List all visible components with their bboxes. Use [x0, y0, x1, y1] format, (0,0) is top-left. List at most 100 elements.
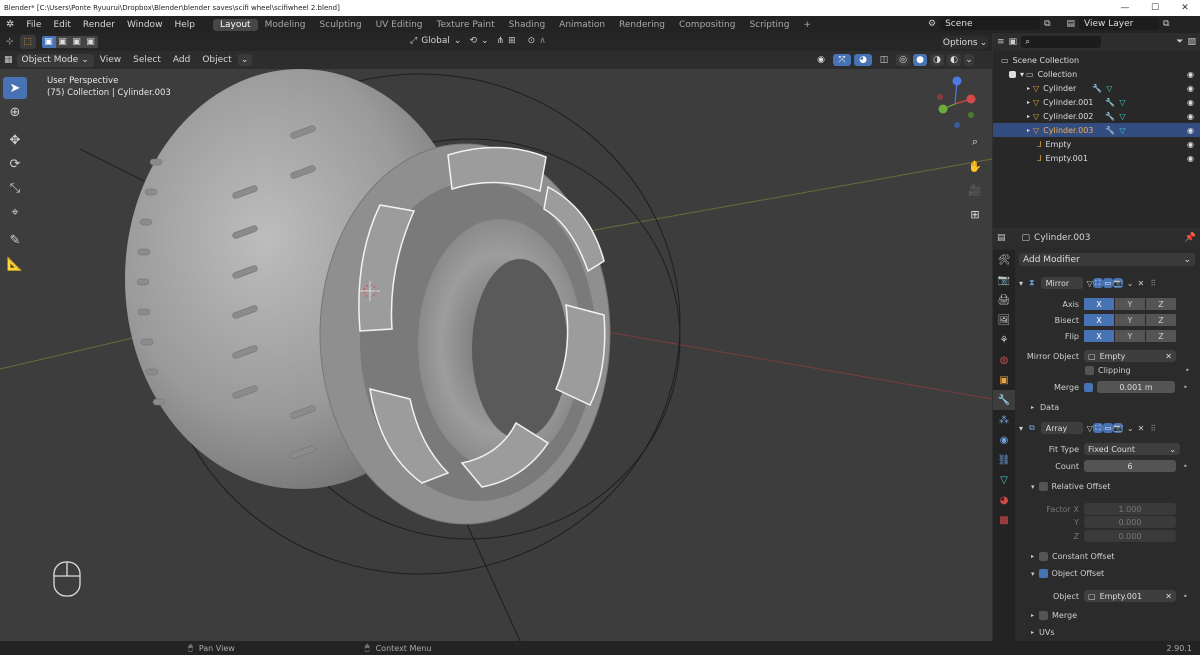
- collapse-icon[interactable]: ▾: [1019, 424, 1023, 433]
- display-mode-icon[interactable]: ▣: [1009, 37, 1018, 47]
- edit-mode-icon[interactable]: ▽: [1087, 424, 1093, 433]
- eye-icon[interactable]: ◉: [1187, 98, 1194, 107]
- proportional-edit-icon[interactable]: ⊙: [528, 36, 536, 46]
- move-tool-icon[interactable]: ✥: [3, 129, 27, 151]
- properties-editor-icon[interactable]: ▤: [997, 233, 1006, 243]
- viewport-display-icon[interactable]: ▭: [1102, 278, 1113, 288]
- shading-rendered-icon[interactable]: ◐: [947, 54, 961, 66]
- object-mode-dropdown[interactable]: Object Mode ⌄: [16, 53, 94, 67]
- viewport-editor-icon[interactable]: ▦: [0, 55, 17, 65]
- fit-type-dropdown[interactable]: Fixed Count ⌄: [1084, 443, 1180, 455]
- measure-tool-icon[interactable]: 📐: [3, 253, 27, 275]
- orientation-dropdown[interactable]: Global: [421, 36, 450, 46]
- mirror-bisect-x-toggle[interactable]: X: [1084, 314, 1114, 326]
- viewport-menu-view[interactable]: View: [94, 55, 127, 65]
- snap-icon[interactable]: ⋔: [497, 36, 505, 46]
- view-layer-icon[interactable]: ▤: [1067, 19, 1076, 29]
- expand-icon[interactable]: ▸: [1031, 404, 1034, 411]
- viewport-menu-object[interactable]: Object: [196, 55, 237, 65]
- scene-selector[interactable]: Scene: [940, 17, 1041, 30]
- editor-type-icon[interactable]: ⊹: [0, 37, 20, 47]
- menu-help[interactable]: Help: [168, 20, 201, 30]
- xray-toggle-icon[interactable]: ◫: [875, 54, 893, 66]
- object-tab-icon[interactable]: ▣: [993, 370, 1015, 390]
- select-mode-new-icon[interactable]: ▣: [41, 36, 56, 48]
- select-box-icon[interactable]: ⬚: [19, 35, 36, 49]
- menu-window[interactable]: Window: [121, 20, 169, 30]
- outliner-row-empty-001[interactable]: ⅃ Empty.001 ◉: [993, 151, 1200, 165]
- mirror-bisect-z-toggle[interactable]: Z: [1146, 314, 1176, 326]
- expand-icon[interactable]: ▸: [1031, 629, 1034, 636]
- scene-icon[interactable]: ⚙: [928, 19, 936, 29]
- snap-element-icon[interactable]: ⊞: [508, 36, 516, 46]
- eye-icon[interactable]: ◉: [1187, 112, 1194, 121]
- merge-distance-field[interactable]: 0.001 m: [1097, 381, 1175, 393]
- tab-compositing[interactable]: Compositing: [672, 19, 742, 31]
- add-workspace-icon[interactable]: +: [796, 19, 818, 31]
- tool-tab-icon[interactable]: 🛠: [993, 250, 1015, 270]
- keyframe-dot-icon[interactable]: •: [1183, 462, 1188, 471]
- constant-offset-checkbox[interactable]: [1039, 552, 1049, 561]
- world-tab-icon[interactable]: ◍: [993, 350, 1015, 370]
- mirror-name-field[interactable]: Mirror: [1040, 277, 1083, 289]
- pin-icon[interactable]: 📌: [1185, 233, 1196, 243]
- select-tool-icon[interactable]: ➤: [3, 77, 27, 99]
- chevron-down-icon[interactable]: ⌄: [1127, 279, 1134, 288]
- keyframe-dot-icon[interactable]: •: [1183, 592, 1188, 601]
- array-merge-subpanel[interactable]: ▸ Merge: [1031, 611, 1077, 620]
- falloff-icon[interactable]: ∧: [539, 36, 546, 46]
- mirror-flip-z-toggle[interactable]: Z: [1146, 330, 1176, 342]
- expand-icon[interactable]: ▸: [1027, 85, 1030, 92]
- mirror-flip-x-toggle[interactable]: X: [1084, 330, 1114, 342]
- mirror-bisect-y-toggle[interactable]: Y: [1115, 314, 1145, 326]
- outliner-row-empty[interactable]: ⅃ Empty ◉: [993, 137, 1200, 151]
- outliner-row-cylinder[interactable]: ▸ ▽ Cylinder 🔧 ▽ ◉: [993, 81, 1200, 95]
- new-view-layer-icon[interactable]: ⧉: [1163, 19, 1169, 29]
- mirror-axis-y-toggle[interactable]: Y: [1115, 298, 1145, 310]
- tab-scripting[interactable]: Scripting: [742, 19, 796, 31]
- data-tab-icon[interactable]: ▽: [993, 470, 1015, 490]
- uvs-subpanel[interactable]: ▸ UVs: [1031, 628, 1055, 637]
- collapse-icon[interactable]: ▾: [1019, 279, 1023, 288]
- collapse-icon[interactable]: ▾: [1031, 570, 1035, 578]
- shading-options-icon[interactable]: ⌄: [964, 54, 974, 66]
- expand-icon[interactable]: ▸: [1031, 612, 1034, 619]
- outliner-editor-icon[interactable]: ≡: [997, 37, 1005, 47]
- edit-mode-icon[interactable]: ▽: [1087, 279, 1093, 288]
- minimize-icon[interactable]: —: [1110, 0, 1140, 16]
- outliner-row-cylinder-001[interactable]: ▸ ▽ Cylinder.001 🔧 ▽ ◉: [993, 95, 1200, 109]
- expand-icon[interactable]: ▸: [1027, 127, 1030, 134]
- pivot-icon[interactable]: ⟲: [469, 36, 477, 46]
- grid-icon[interactable]: ⊞: [966, 205, 984, 223]
- clipping-checkbox[interactable]: [1085, 366, 1094, 375]
- 3d-viewport[interactable]: User Perspective (75) Collection | Cylin…: [0, 69, 992, 641]
- tab-uv-editing[interactable]: UV Editing: [369, 19, 430, 31]
- expand-icon[interactable]: ▾: [1020, 70, 1024, 79]
- menu-render[interactable]: Render: [77, 20, 121, 30]
- mirror-modifier-header[interactable]: ▾ ⧗ Mirror ▽ ⛶ ▭ 📷 ⌄ ✕ ⠿: [1019, 276, 1195, 290]
- modifier-tab-icon[interactable]: 🔧: [993, 390, 1015, 410]
- new-collection-icon[interactable]: ▨: [1187, 37, 1196, 47]
- particles-tab-icon[interactable]: ⁂: [993, 410, 1015, 430]
- drag-handle-icon[interactable]: ⠿: [1150, 424, 1156, 433]
- eye-icon[interactable]: ◉: [1187, 84, 1194, 93]
- on-cage-icon[interactable]: ⛶: [1092, 278, 1103, 288]
- expand-icon[interactable]: ▸: [1031, 553, 1034, 560]
- mirror-data-subpanel[interactable]: ▸ Data: [1031, 403, 1059, 412]
- array-modifier-header[interactable]: ▾ ⧉ Array ▽ ⛶ ▭ 📷 ⌄ ✕ ⠿: [1019, 421, 1195, 435]
- blender-logo-icon[interactable]: ✲: [0, 19, 20, 30]
- remove-modifier-icon[interactable]: ✕: [1138, 279, 1145, 288]
- zoom-icon[interactable]: ⌕: [966, 133, 984, 151]
- transform-pivot-dropdown[interactable]: ⌄: [237, 54, 252, 66]
- filter-icon[interactable]: ⏷: [1176, 37, 1183, 47]
- object-offset-subpanel[interactable]: ▾ Object Offset: [1031, 569, 1104, 578]
- add-modifier-dropdown[interactable]: Add Modifier ⌄: [1019, 253, 1195, 266]
- tab-animation[interactable]: Animation: [552, 19, 612, 31]
- render-display-icon[interactable]: 📷: [1112, 423, 1123, 433]
- pan-hand-icon[interactable]: ✋: [966, 157, 984, 175]
- close-icon[interactable]: ✕: [1170, 0, 1200, 16]
- clear-field-icon[interactable]: ✕: [1165, 592, 1172, 601]
- chevron-down-icon[interactable]: ⌄: [1127, 424, 1134, 433]
- outliner-row-cylinder-002[interactable]: ▸ ▽ Cylinder.002 🔧 ▽ ◉: [993, 109, 1200, 123]
- eye-icon[interactable]: ◉: [1187, 126, 1194, 135]
